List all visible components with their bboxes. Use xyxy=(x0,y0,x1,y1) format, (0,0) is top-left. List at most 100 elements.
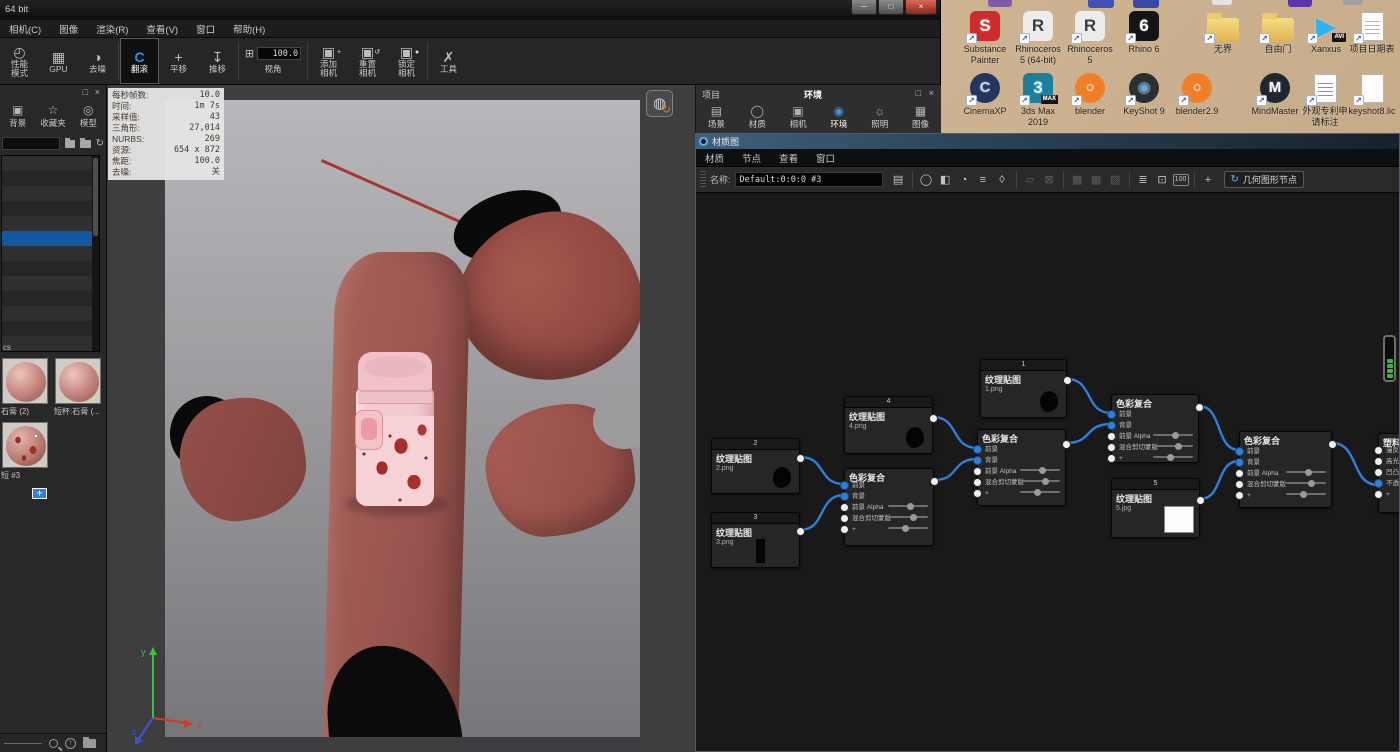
node-material-compA[interactable]: 色彩复合前景背景前景 Alpha混合剪切蒙版+ xyxy=(844,468,934,546)
reset-camera-button[interactable]: ▣↺重置 相机 xyxy=(348,38,387,84)
output-port[interactable] xyxy=(1063,376,1072,385)
output-port[interactable] xyxy=(930,477,939,486)
scene-tree-row[interactable] xyxy=(2,216,94,231)
output-port[interactable] xyxy=(1328,440,1337,449)
material-ball-icon[interactable]: ◯ xyxy=(918,173,935,186)
menu-item[interactable]: 材质 xyxy=(696,151,733,165)
maximize-button[interactable]: □ xyxy=(878,0,904,15)
node-texture-map-tex4[interactable]: 4纹理贴图4.png xyxy=(844,396,933,454)
gpu-button[interactable]: ▦GPU xyxy=(39,38,78,84)
scene-tree-row[interactable] xyxy=(2,336,94,351)
node-texture-map-tex1[interactable]: 1纹理贴图1.png xyxy=(980,359,1067,418)
desktop-icon-rhino-6[interactable]: 6↗Rhino 6 xyxy=(1117,10,1171,55)
toolbar-grip[interactable] xyxy=(700,171,706,189)
project-tab-材质[interactable]: ◯材质 xyxy=(737,101,778,134)
close-button[interactable]: × xyxy=(905,0,937,15)
input-port[interactable] xyxy=(840,525,849,534)
input-port[interactable] xyxy=(973,489,982,498)
node-material-plastic[interactable]: 塑料漫反射高光凹凸不透明度+ xyxy=(1378,433,1399,513)
input-port[interactable] xyxy=(840,503,849,512)
output-port[interactable] xyxy=(796,454,805,463)
sliders-icon[interactable]: ≡ xyxy=(975,174,992,186)
float-panel-icon[interactable]: □ xyxy=(916,88,921,98)
fov-input[interactable] xyxy=(257,47,301,60)
group-icon[interactable]: ▩ xyxy=(1069,173,1086,186)
split-view-icon[interactable]: + xyxy=(1200,174,1217,186)
scene-tree-row[interactable] xyxy=(2,186,94,201)
close-panel-icon[interactable]: × xyxy=(929,88,934,98)
desktop-icon-substance-painter[interactable]: S↗Substance Painter xyxy=(958,10,1012,65)
desktop-icon-patent-doc[interactable]: ↗外观专利申 请标注 xyxy=(1298,72,1352,127)
scene-tree-row[interactable] xyxy=(2,246,94,261)
node-texture-map-tex2[interactable]: 2纹理贴图2.png xyxy=(711,438,800,494)
input-port[interactable] xyxy=(840,492,849,501)
input-port[interactable] xyxy=(973,445,982,454)
library-scrollbar[interactable] xyxy=(92,156,99,351)
menu-item[interactable]: 帮助(H) xyxy=(224,20,274,37)
import-folder-icon[interactable] xyxy=(80,140,90,148)
preview-icon[interactable]: ◧ xyxy=(937,173,954,186)
library-search-input[interactable] xyxy=(2,137,60,150)
menu-item[interactable]: 窗口 xyxy=(807,151,844,165)
pan-button[interactable]: +平移 xyxy=(159,38,198,84)
input-port[interactable] xyxy=(1235,469,1244,478)
input-port[interactable] xyxy=(1374,446,1383,455)
network-render-icon[interactable]: ◍↻ xyxy=(646,90,673,117)
menu-item[interactable]: 窗口 xyxy=(187,20,224,37)
input-port[interactable] xyxy=(1374,457,1383,466)
add-camera-button[interactable]: ▣+添加 相机 xyxy=(309,38,348,84)
menu-item[interactable]: 查看(V) xyxy=(137,20,187,37)
input-port[interactable] xyxy=(973,456,982,465)
refresh-icon[interactable]: ↻ xyxy=(96,139,104,149)
scene-tree-row[interactable] xyxy=(2,306,94,321)
node-material-compB[interactable]: 色彩复合前景背景前景 Alpha混合剪切蒙版+ xyxy=(977,429,1066,506)
desktop-icon-project-date-doc[interactable]: ↗项目日期表 xyxy=(1345,10,1399,55)
delete-icon[interactable]: ⊠ xyxy=(1041,173,1058,186)
menu-item[interactable]: 查看 xyxy=(770,151,807,165)
menu-item[interactable]: 节点 xyxy=(733,151,770,165)
scene-tree-row[interactable] xyxy=(2,261,94,276)
input-port[interactable] xyxy=(1107,443,1116,452)
project-tab-环境[interactable]: ◉环境 xyxy=(818,101,859,134)
scene-tree-row[interactable] xyxy=(2,321,94,336)
tab-favorites[interactable]: ☆收藏夹 xyxy=(35,100,70,133)
duplicate-icon[interactable]: ▱ xyxy=(1022,173,1039,186)
node-texture-map-tex5[interactable]: 5纹理贴图5.jpg xyxy=(1111,478,1200,538)
project-tab-相机[interactable]: ▣相机 xyxy=(778,101,819,134)
close-panel-icon[interactable]: × xyxy=(95,87,100,97)
input-port[interactable] xyxy=(840,514,849,523)
project-tab-照明[interactable]: ☼照明 xyxy=(859,101,900,134)
desktop-icon-keyshot8-lic[interactable]: ↗keyshot8.lic xyxy=(1345,72,1399,117)
fit-view-icon[interactable]: ⊡ xyxy=(1154,173,1171,186)
scene-tree-row[interactable] xyxy=(2,231,94,246)
input-port[interactable] xyxy=(1374,468,1383,477)
zoom-100-icon[interactable]: 100 xyxy=(1173,174,1189,186)
render-viewport[interactable]: 每秒帧数:10.0时间:1m 7s采样值:43三角形:27,014NURBS:2… xyxy=(107,85,695,752)
desktop-icon-keyshot-9[interactable]: ◉↗KeyShot 9 xyxy=(1117,72,1171,117)
output-port[interactable] xyxy=(1196,496,1205,505)
desktop-icon-mindmaster[interactable]: M↗MindMaster xyxy=(1248,72,1302,117)
keyshot-titlebar[interactable]: 64 bit ─□× xyxy=(0,0,940,20)
input-port[interactable] xyxy=(1374,490,1383,499)
input-port[interactable] xyxy=(1235,491,1244,500)
float-panel-icon[interactable]: □ xyxy=(83,87,88,97)
desktop-icon-folder-ziyoumen[interactable]: ↗自由门 xyxy=(1251,10,1305,55)
menu-item[interactable]: 渲染(R) xyxy=(87,20,137,37)
material-name-input[interactable] xyxy=(735,172,883,187)
desktop-icon-folder-wujie[interactable]: ↗无界 xyxy=(1196,10,1250,55)
output-port[interactable] xyxy=(1195,403,1204,412)
desktop-icon-3ds-max-2019[interactable]: 3MAX↗3ds Max 2019 xyxy=(1011,72,1065,127)
minimize-button[interactable]: ─ xyxy=(851,0,877,15)
folder-icon[interactable] xyxy=(83,739,96,748)
tools-button[interactable]: ✗工具 xyxy=(429,38,468,84)
node-canvas[interactable]: 2纹理贴图2.png3纹理贴图3.png4纹理贴图4.png1纹理贴图1.png… xyxy=(696,193,1399,751)
input-port[interactable] xyxy=(1235,458,1244,467)
material-thumb[interactable] xyxy=(55,358,101,404)
desktop-icon-blender[interactable]: ○↗blender xyxy=(1063,72,1117,117)
input-port[interactable] xyxy=(1107,421,1116,430)
scene-tree-row[interactable] xyxy=(2,276,94,291)
menu-item[interactable]: 图像 xyxy=(50,20,87,37)
output-port[interactable] xyxy=(929,414,938,423)
render-image[interactable] xyxy=(165,100,640,737)
input-port[interactable] xyxy=(1235,480,1244,489)
